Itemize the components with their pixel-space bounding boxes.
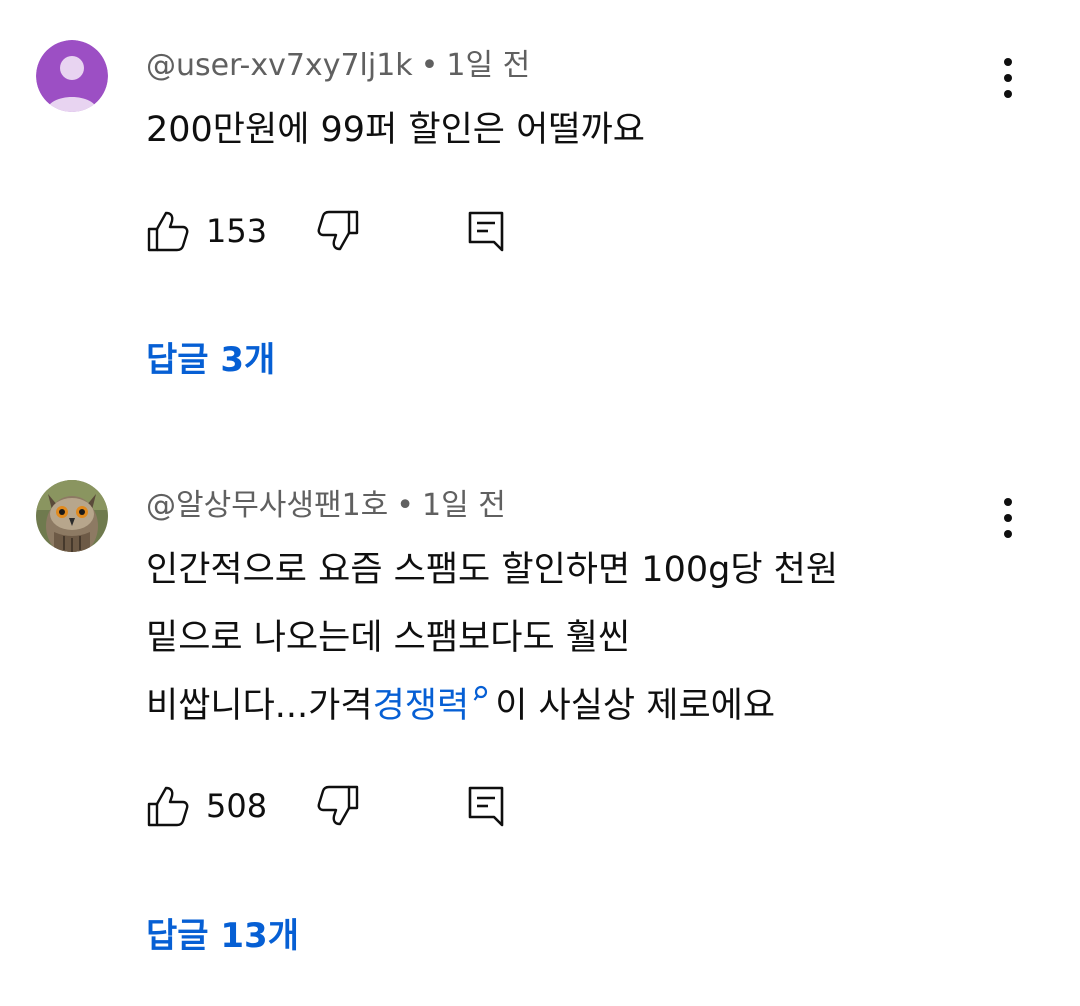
comment-actions: 508 [146, 782, 546, 830]
more-vert-icon-dot [1004, 498, 1012, 506]
like-count: 508 [206, 787, 268, 825]
more-options-button[interactable] [992, 496, 1024, 540]
comment-actions: 153 [146, 207, 546, 255]
default-user-avatar-icon [36, 40, 108, 112]
thumbs-up-icon [147, 211, 189, 252]
like-button[interactable]: 153 [146, 207, 267, 255]
comment-text-line: 인간적으로 요즘 스팸도 할인하면 100g당 천원 [146, 550, 839, 590]
more-vert-icon-dot [1004, 514, 1012, 522]
comment-text-segment: 이 사실상 제로에요 [495, 686, 776, 726]
comment-meta: @user-xv7xy7lj1k • 1일 전 [146, 46, 530, 86]
more-vert-icon-dot [1004, 74, 1012, 82]
like-button[interactable]: 508 [146, 782, 267, 830]
search-icon [473, 685, 488, 701]
thumbs-up-icon [147, 786, 189, 827]
thumbs-down-icon [317, 210, 359, 251]
reply-button[interactable] [466, 207, 506, 255]
more-vert-icon-dot [1004, 58, 1012, 66]
avatar[interactable] [36, 40, 108, 112]
thumbs-down-icon [317, 785, 359, 826]
comment-time: 1일 전 [446, 48, 531, 83]
meta-separator: • [396, 488, 414, 523]
dislike-button[interactable] [316, 207, 360, 255]
like-count: 153 [206, 212, 268, 250]
author-name[interactable]: @user-xv7xy7lj1k [146, 48, 413, 83]
avatar[interactable] [36, 480, 108, 552]
comment-text-line: 밑으로 나오는데 스팸보다도 훨씬 [146, 618, 631, 658]
comment-text-segment: 비쌉니다...가격 [146, 686, 373, 726]
more-vert-icon-dot [1004, 90, 1012, 98]
replies-button[interactable]: 답글 3개 [146, 338, 275, 382]
comment-text-line: 200만원에 99퍼 할인은 어떨까요 [146, 110, 645, 150]
reply-icon [468, 786, 504, 827]
comment-meta: @알상무사생팬1호 • 1일 전 [146, 486, 506, 526]
comment-text: 200만원에 99퍼 할인은 어떨까요 [146, 96, 645, 164]
reply-icon [468, 211, 504, 252]
more-options-button[interactable] [992, 56, 1024, 100]
reply-button[interactable] [466, 782, 506, 830]
meta-separator: • [420, 48, 439, 83]
comment-time: 1일 전 [422, 488, 506, 523]
dislike-button[interactable] [316, 782, 360, 830]
more-vert-icon-dot [1004, 530, 1012, 538]
search-link[interactable]: 경쟁력 [373, 685, 496, 726]
comment-text-line: 비쌉니다...가격경쟁력 이 사실상 제로에요 [146, 672, 838, 740]
comment-text: 인간적으로 요즘 스팸도 할인하면 100g당 천원 밑으로 나오는데 스팸보다… [146, 536, 838, 740]
replies-button[interactable]: 답글 13개 [146, 914, 299, 958]
author-name[interactable]: @알상무사생팬1호 [146, 488, 388, 523]
owl-avatar-icon [36, 480, 108, 552]
search-link-text[interactable]: 경쟁력 [373, 686, 470, 726]
